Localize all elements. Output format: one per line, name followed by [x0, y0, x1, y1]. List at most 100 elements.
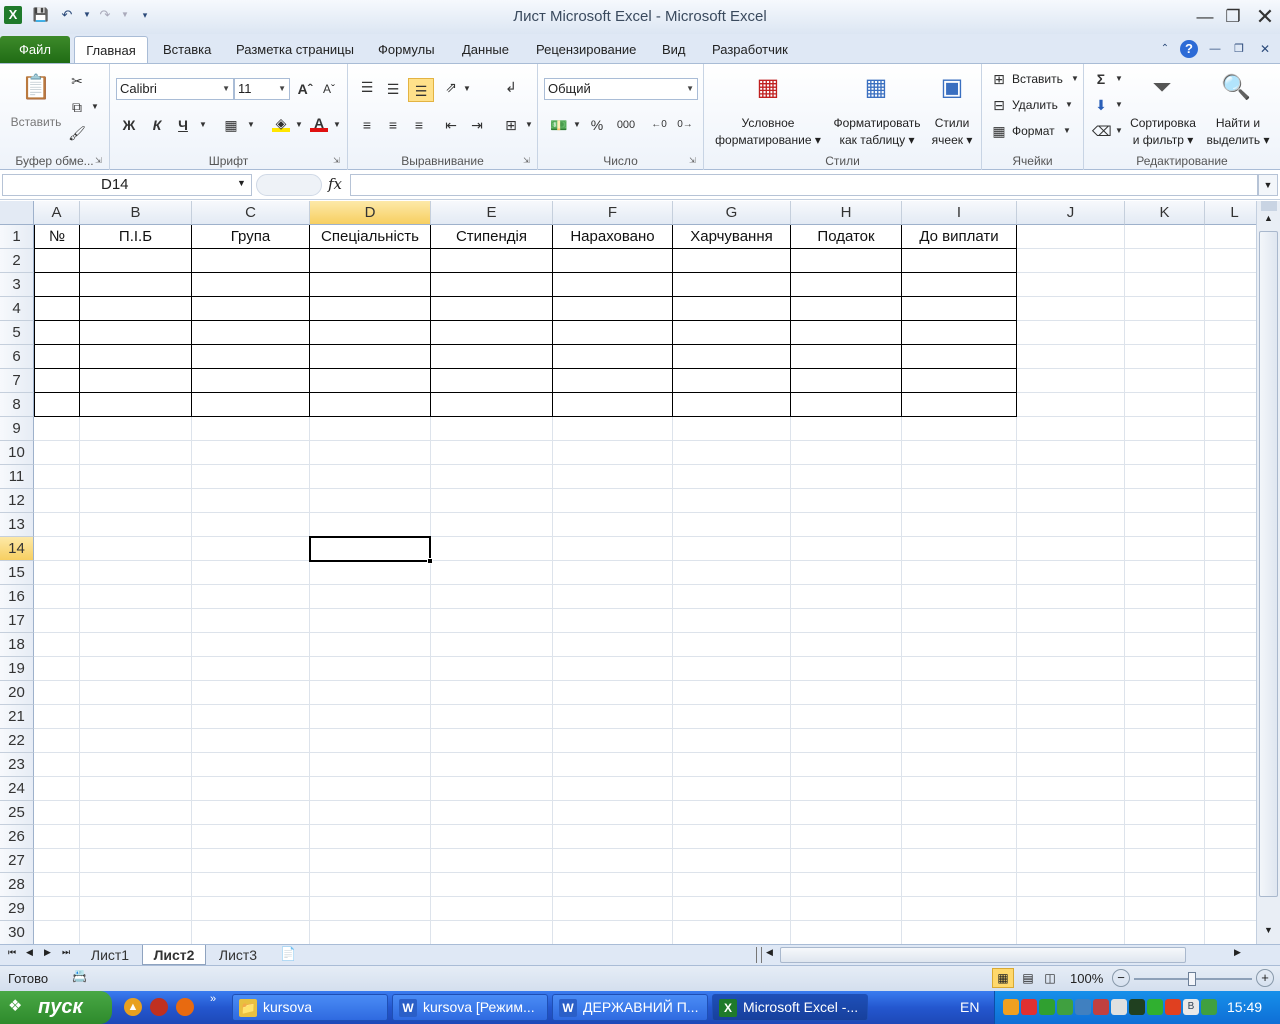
cell-h10[interactable]	[791, 441, 902, 465]
cell-c3[interactable]	[192, 273, 310, 297]
cell-b20[interactable]	[80, 681, 192, 705]
cell-g12[interactable]	[673, 489, 791, 513]
cell-f18[interactable]	[553, 633, 673, 657]
cell-d20[interactable]	[310, 681, 431, 705]
conditional-formatting-button[interactable]: Условное форматирование ▾	[706, 115, 830, 149]
cell-k11[interactable]	[1125, 465, 1205, 489]
cell-a13[interactable]	[34, 513, 80, 537]
cell-b15[interactable]	[80, 561, 192, 585]
cell-e4[interactable]	[431, 297, 553, 321]
cell-d28[interactable]	[310, 873, 431, 897]
tray-tool-icon[interactable]	[1111, 999, 1127, 1015]
collapse-ribbon-icon[interactable]: ⌃	[1156, 40, 1174, 58]
tab-split-handle[interactable]	[756, 947, 762, 963]
column-header-a[interactable]: A	[34, 201, 80, 225]
cell-h8[interactable]	[791, 393, 902, 417]
cell-k21[interactable]	[1125, 705, 1205, 729]
cell-a2[interactable]	[34, 249, 80, 273]
column-header-h[interactable]: H	[791, 201, 902, 225]
alignment-launcher-icon[interactable]: ⇲	[523, 156, 533, 166]
cell-b22[interactable]	[80, 729, 192, 753]
tab-file[interactable]: Файл	[0, 36, 70, 64]
doc-minimize-icon[interactable]: —	[1206, 40, 1224, 58]
increase-decimal-icon[interactable]: ←0	[650, 116, 668, 134]
cell-e16[interactable]	[431, 585, 553, 609]
cell-g26[interactable]	[673, 825, 791, 849]
align-center-icon[interactable]: ≡	[384, 116, 402, 134]
cell-a18[interactable]	[34, 633, 80, 657]
delete-dropdown-icon[interactable]: ▼	[1060, 96, 1078, 114]
column-header-b[interactable]: B	[80, 201, 192, 225]
cell-h17[interactable]	[791, 609, 902, 633]
cell-j9[interactable]	[1017, 417, 1125, 441]
cell-b28[interactable]	[80, 873, 192, 897]
cell-f13[interactable]	[553, 513, 673, 537]
paste-button[interactable]: Вставить	[6, 115, 66, 129]
cell-styles-icon[interactable]: ▣	[936, 72, 968, 104]
cell-k14[interactable]	[1125, 537, 1205, 561]
cell-k13[interactable]	[1125, 513, 1205, 537]
cell-h29[interactable]	[791, 897, 902, 921]
cell-b24[interactable]	[80, 777, 192, 801]
cell-a9[interactable]	[34, 417, 80, 441]
tab-insert[interactable]: Вставка	[163, 42, 211, 57]
cell-e13[interactable]	[431, 513, 553, 537]
cell-a5[interactable]	[34, 321, 80, 345]
doc-close-icon[interactable]: ✕	[1256, 40, 1274, 58]
quicklaunch-app-icon[interactable]: ▲	[124, 998, 142, 1016]
tray-download-icon[interactable]	[1039, 999, 1055, 1015]
cell-j4[interactable]	[1017, 297, 1125, 321]
cell-j8[interactable]	[1017, 393, 1125, 417]
cell-k6[interactable]	[1125, 345, 1205, 369]
cell-g20[interactable]	[673, 681, 791, 705]
last-sheet-icon[interactable]: ⏭	[62, 947, 70, 958]
cell-d27[interactable]	[310, 849, 431, 873]
cell-e9[interactable]	[431, 417, 553, 441]
tab-formulas[interactable]: Формулы	[378, 42, 435, 57]
cell-e12[interactable]	[431, 489, 553, 513]
shrink-font-icon[interactable]: Aˇ	[320, 80, 338, 98]
tab-review[interactable]: Рецензирование	[536, 42, 636, 57]
taskbar-item-word-2[interactable]: W ДЕРЖАВНИЙ П...	[552, 994, 708, 1021]
cell-a28[interactable]	[34, 873, 80, 897]
column-header-j[interactable]: J	[1017, 201, 1125, 225]
cell-j1[interactable]	[1017, 225, 1125, 249]
cell-k3[interactable]	[1125, 273, 1205, 297]
cell-h21[interactable]	[791, 705, 902, 729]
cell-h19[interactable]	[791, 657, 902, 681]
cell-j25[interactable]	[1017, 801, 1125, 825]
cell-g22[interactable]	[673, 729, 791, 753]
tray-red-icon[interactable]	[1165, 999, 1181, 1015]
cell-f17[interactable]	[553, 609, 673, 633]
cell-h27[interactable]	[791, 849, 902, 873]
cell-e18[interactable]	[431, 633, 553, 657]
cell-k4[interactable]	[1125, 297, 1205, 321]
normal-view-icon[interactable]: ▦	[992, 968, 1014, 988]
cell-i17[interactable]	[902, 609, 1017, 633]
cell-k24[interactable]	[1125, 777, 1205, 801]
cell-a26[interactable]	[34, 825, 80, 849]
cell-a14[interactable]	[34, 537, 80, 561]
cell-i1[interactable]: До виплати	[902, 225, 1017, 249]
tray-opera-icon[interactable]	[1021, 999, 1037, 1015]
row-header-15[interactable]: 15	[0, 561, 34, 585]
cell-c18[interactable]	[192, 633, 310, 657]
row-header-7[interactable]: 7	[0, 369, 34, 393]
cell-d29[interactable]	[310, 897, 431, 921]
cell-i16[interactable]	[902, 585, 1017, 609]
cell-d9[interactable]	[310, 417, 431, 441]
cell-d17[interactable]	[310, 609, 431, 633]
macro-record-icon[interactable]: 📇	[72, 969, 87, 983]
cell-c21[interactable]	[192, 705, 310, 729]
cell-c5[interactable]	[192, 321, 310, 345]
cell-j6[interactable]	[1017, 345, 1125, 369]
fill-color-dropdown-icon[interactable]: ▼	[290, 116, 308, 134]
underline-dropdown-icon[interactable]: ▼	[194, 116, 212, 134]
row-header-22[interactable]: 22	[0, 729, 34, 753]
decrease-indent-icon[interactable]: ⇤	[442, 116, 460, 134]
cell-a11[interactable]	[34, 465, 80, 489]
cell-f3[interactable]	[553, 273, 673, 297]
split-box[interactable]	[1261, 201, 1277, 211]
cell-i13[interactable]	[902, 513, 1017, 537]
cell-k17[interactable]	[1125, 609, 1205, 633]
